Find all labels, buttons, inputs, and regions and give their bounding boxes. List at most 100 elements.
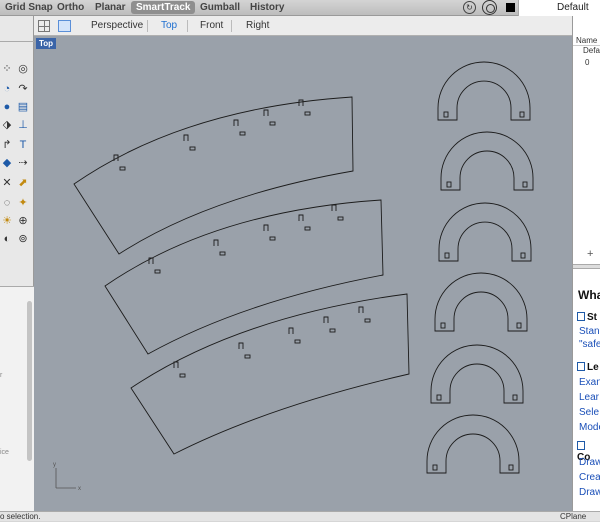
help-section-header[interactable]: St (577, 312, 597, 323)
arch-part[interactable] (437, 61, 531, 121)
tab-front[interactable]: Front (200, 16, 223, 36)
slot-hole[interactable] (154, 269, 161, 274)
ortho-toggle[interactable]: Ortho (52, 1, 89, 14)
arch-hole[interactable] (436, 394, 442, 401)
arch-hole[interactable] (508, 464, 514, 471)
arch-part[interactable] (440, 131, 534, 191)
slot-notch[interactable] (298, 99, 304, 106)
help-link[interactable]: Crea (579, 472, 600, 483)
arch-hole[interactable] (520, 252, 526, 259)
tab-top[interactable]: Top (161, 16, 177, 36)
osnap-target-icon[interactable] (482, 0, 497, 15)
tab-perspective[interactable]: Perspective (91, 16, 143, 36)
tab-right[interactable]: Right (246, 16, 269, 36)
curved-strip-part[interactable] (130, 293, 410, 455)
snap-tool-icon[interactable]: ✦ (16, 196, 30, 210)
arch-hole[interactable] (432, 464, 438, 471)
circle-tool-icon[interactable]: ◎ (16, 62, 30, 76)
light-tool-icon[interactable]: ☀ (0, 214, 14, 228)
layers-name-header[interactable]: Name (573, 35, 600, 46)
cylinder-tool-icon[interactable]: ▤ (16, 100, 30, 114)
analyze-tool-icon[interactable]: ◐ (0, 232, 14, 246)
planar-toggle[interactable]: Planar (90, 1, 131, 14)
arch-hole[interactable] (519, 111, 525, 118)
four-view-layout-icon[interactable] (38, 20, 50, 32)
top-viewport[interactable]: x y Top (34, 36, 572, 511)
slot-hole[interactable] (219, 251, 226, 256)
layer-row-default[interactable]: Defa (583, 46, 600, 55)
left-panel-scrollbar[interactable] (27, 301, 32, 461)
help-link[interactable]: Stan (579, 326, 600, 337)
layer-row-0[interactable]: 0 (585, 58, 589, 67)
measure-tool-icon[interactable]: ⬈ (16, 176, 30, 190)
slot-hole[interactable] (119, 166, 126, 171)
gumball-toggle[interactable]: Gumball (195, 1, 245, 14)
slot-notch[interactable] (331, 204, 337, 211)
smarttrack-toggle[interactable]: SmartTrack (131, 1, 196, 14)
slot-hole[interactable] (179, 373, 186, 378)
slot-notch[interactable] (298, 214, 304, 221)
arch-hole[interactable] (522, 181, 528, 188)
slot-notch[interactable] (213, 239, 219, 246)
rotate-tool-icon[interactable]: ◌ (0, 196, 14, 210)
slot-hole[interactable] (244, 354, 251, 359)
viewport-title[interactable]: Top (36, 38, 57, 49)
history-record-icon[interactable]: ↻ (463, 1, 476, 14)
point-grid-icon[interactable]: ⁘ (0, 62, 14, 76)
slot-hole[interactable] (304, 226, 311, 231)
help-section-header[interactable]: Le (577, 362, 599, 373)
slot-hole[interactable] (329, 328, 336, 333)
arch-part[interactable] (430, 344, 524, 404)
viewport-canvas[interactable]: x y (34, 36, 572, 511)
slot-hole[interactable] (189, 146, 196, 151)
mesh-tool-icon[interactable]: ◆ (0, 156, 14, 170)
slot-notch[interactable] (288, 327, 294, 334)
display-tool-icon[interactable]: ⊚ (16, 232, 30, 246)
slot-hole[interactable] (269, 121, 276, 126)
panel-splitter[interactable] (573, 264, 600, 269)
slot-hole[interactable] (269, 236, 276, 241)
slot-notch[interactable] (358, 306, 364, 313)
dimension-tool-icon[interactable]: ⇢ (16, 156, 30, 170)
sphere-tool-icon[interactable]: ● (0, 100, 14, 114)
slot-hole[interactable] (294, 339, 301, 344)
slot-notch[interactable] (238, 342, 244, 349)
slot-notch[interactable] (233, 119, 239, 126)
layer-color-swatch[interactable] (506, 3, 515, 12)
curve-geometry[interactable] (73, 61, 534, 474)
arch-part[interactable] (434, 272, 528, 332)
help-link[interactable]: Lear (579, 392, 599, 403)
help-link[interactable]: Draw (579, 457, 600, 468)
arch-hole[interactable] (440, 322, 446, 329)
slot-hole[interactable] (239, 131, 246, 136)
text-tool-icon[interactable]: T (16, 138, 30, 152)
slot-notch[interactable] (263, 224, 269, 231)
curved-strip-part[interactable] (104, 199, 384, 355)
arch-hole[interactable] (516, 322, 522, 329)
slot-notch[interactable] (183, 134, 189, 141)
arch-hole[interactable] (444, 252, 450, 259)
current-layer-field[interactable]: Default (518, 0, 600, 16)
arch-hole[interactable] (446, 181, 452, 188)
curved-strip-part[interactable] (73, 96, 354, 255)
slot-notch[interactable] (173, 361, 179, 368)
slot-hole[interactable] (304, 111, 311, 116)
arc-tool-icon[interactable]: ◔ (0, 82, 14, 96)
arch-part[interactable] (438, 202, 532, 262)
slot-notch[interactable] (323, 316, 329, 323)
help-link[interactable]: Mode (579, 422, 600, 433)
extrude-tool-icon[interactable]: ⬗ (0, 118, 14, 132)
render-tool-icon[interactable]: ⊕ (16, 214, 30, 228)
slot-notch[interactable] (263, 109, 269, 116)
curve-tool-icon[interactable]: ↷ (16, 82, 30, 96)
grid-snap-toggle[interactable]: Grid Snap (0, 1, 58, 14)
boolean-tool-icon[interactable]: ⊥ (16, 118, 30, 132)
slot-hole[interactable] (337, 216, 344, 221)
trim-tool-icon[interactable]: ✕ (0, 176, 14, 190)
help-link[interactable]: "safe (579, 339, 600, 350)
help-link[interactable]: Sele (579, 407, 599, 418)
help-link[interactable]: Draw (579, 487, 600, 498)
add-layer-button[interactable]: + (587, 248, 593, 260)
slot-hole[interactable] (364, 318, 371, 323)
arch-part[interactable] (426, 414, 520, 474)
